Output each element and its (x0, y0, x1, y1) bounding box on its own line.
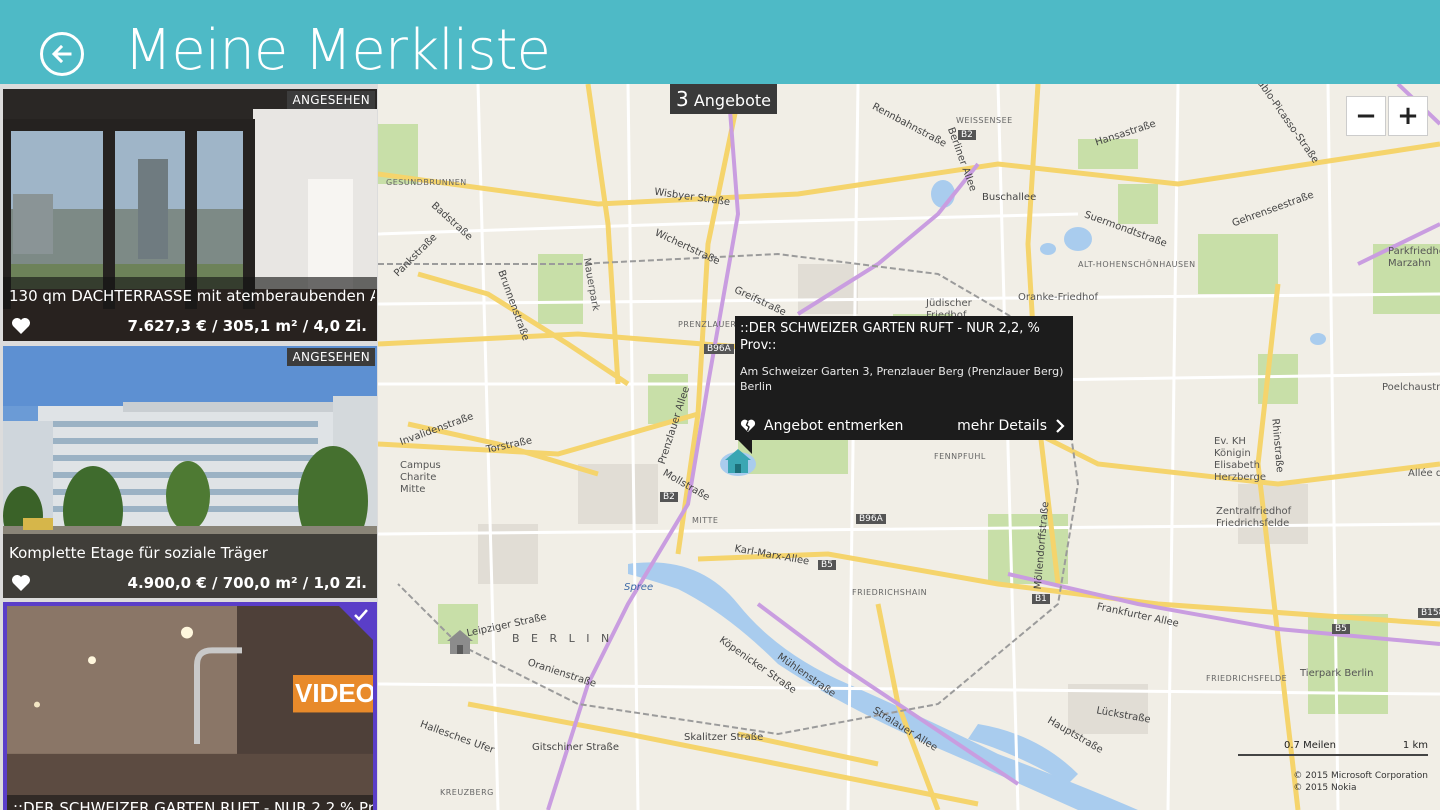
zoom-controls: − + (1346, 96, 1428, 136)
viewed-badge: ANGESEHEN (287, 348, 375, 366)
street-label: Allée d (1408, 468, 1440, 479)
listing-card[interactable]: ANGESEHEN Komplette Etage für soziale Tr… (3, 346, 377, 598)
district-label: GESUNDBRUNNEN (386, 178, 467, 187)
district-label: FENNPFUHL (934, 452, 986, 461)
poi-label: Tierpark Berlin (1300, 668, 1374, 679)
map-scale: 0.7 Meilen 1 km (1238, 740, 1428, 760)
street-label: Buschallee (982, 192, 1037, 203)
poi-label: Parkfriedhof Marzahn (1388, 246, 1440, 269)
river-label: Spree (624, 582, 654, 593)
house-pin-icon[interactable] (445, 628, 475, 656)
back-button[interactable] (40, 32, 84, 76)
district-label: ALT-HOHENSCHÖNHAUSEN (1078, 260, 1196, 269)
back-arrow-icon (51, 44, 72, 64)
scale-miles: 0.7 Meilen (1284, 740, 1336, 751)
offers-count-badge: 3 Angebote (670, 84, 777, 114)
unmark-offer-button[interactable]: Angebot entmerken (740, 418, 903, 434)
popup-pointer (738, 440, 752, 454)
listing-meta: 7.627,3 € / 305,1 m² / 4,0 Zi. (127, 317, 367, 335)
road-shield: B1 (1032, 594, 1050, 604)
page-title: Meine Merkliste (124, 18, 551, 83)
district-label: WEISSENSEE (956, 116, 1013, 125)
heart-icon[interactable] (11, 574, 31, 592)
district-label: FRIEDRICHSHAIN (852, 588, 928, 597)
road-shield: B5 (1332, 624, 1350, 634)
road-shield: B158 (1418, 608, 1440, 618)
details-label: mehr Details (957, 418, 1047, 434)
popup-actions: Angebot entmerken mehr Details (740, 418, 1065, 434)
street-label: Poelchaustr (1382, 382, 1440, 393)
listing-card[interactable]: ANGESEHEN 130 qm DACHTERRASSE mit atembe… (3, 89, 377, 341)
checkmark-icon (354, 609, 368, 621)
street-label: Skalitzer Straße (684, 732, 764, 743)
city-label: B E R L I N (512, 632, 614, 645)
chevron-right-icon (1056, 419, 1065, 433)
poi-label: Oranke-Friedhof (1018, 292, 1099, 303)
heart-icon[interactable] (11, 317, 31, 335)
road-shield: B5 (818, 560, 836, 570)
road-shield: B2 (958, 130, 976, 140)
offers-label: Angebote (693, 91, 771, 110)
district-label: FRIEDRICHSFELDE (1206, 674, 1288, 683)
street-label: Gitschiner Straße (532, 742, 620, 753)
unmark-label: Angebot entmerken (764, 418, 904, 434)
map-copyright: © 2015 Microsoft Corporation © 2015 Noki… (1293, 770, 1428, 794)
listing-title: 130 qm DACHTERRASSE mit atemberaubenden … (9, 287, 375, 305)
listing-card-selected[interactable]: VIDEO ::DER SCHWEIZER GARTEN RUFT - NUR … (3, 602, 377, 810)
copyright-line: © 2015 Nokia (1293, 783, 1357, 793)
district-label: MITTE (692, 516, 719, 525)
zoom-in-button[interactable]: + (1388, 96, 1428, 136)
listing-title: ::DER SCHWEIZER GARTEN RUFT - NUR 2,2 % … (7, 795, 373, 810)
district-label: KREUZBERG (440, 788, 494, 797)
popup-address: Am Schweizer Garten 3, Prenzlauer Berg (… (740, 365, 1064, 393)
map-view[interactable]: WEISSENSEE GESUNDBRUNNEN PRENZLAUER BERG… (378, 84, 1440, 810)
offers-count: 3 (676, 87, 689, 111)
listing-popup: ::DER SCHWEIZER GARTEN RUFT - NUR 2,2, %… (735, 316, 1073, 454)
road-shield: B2 (660, 492, 678, 502)
poi-label: Ev. KH Königin Elisabeth Herzberge (1214, 436, 1266, 483)
listing-panel: ANGESEHEN 130 qm DACHTERRASSE mit atembe… (0, 84, 378, 810)
app-header: Meine Merkliste (0, 0, 1440, 84)
video-label: VIDEO (295, 678, 376, 708)
scale-km: 1 km (1402, 740, 1428, 751)
more-details-button[interactable]: mehr Details (957, 418, 1065, 434)
poi-label: Campus Charite Mitte (400, 460, 441, 495)
broken-heart-icon (740, 419, 756, 432)
scale-bar (1238, 754, 1428, 756)
viewed-badge: ANGESEHEN (287, 91, 375, 109)
popup-title: ::DER SCHWEIZER GARTEN RUFT - NUR 2,2, %… (740, 321, 1040, 353)
poi-label: Zentralfriedhof Friedrichsfelde (1216, 506, 1292, 529)
copyright-line: © 2015 Microsoft Corporation (1293, 771, 1428, 781)
listing-title: Komplette Etage für soziale Träger (9, 544, 268, 562)
road-shield: B96A (856, 514, 886, 524)
road-shield: B96A (704, 344, 734, 354)
listing-meta: 4.900,0 € / 700,0 m² / 1,0 Zi. (127, 574, 367, 592)
zoom-out-button[interactable]: − (1346, 96, 1386, 136)
